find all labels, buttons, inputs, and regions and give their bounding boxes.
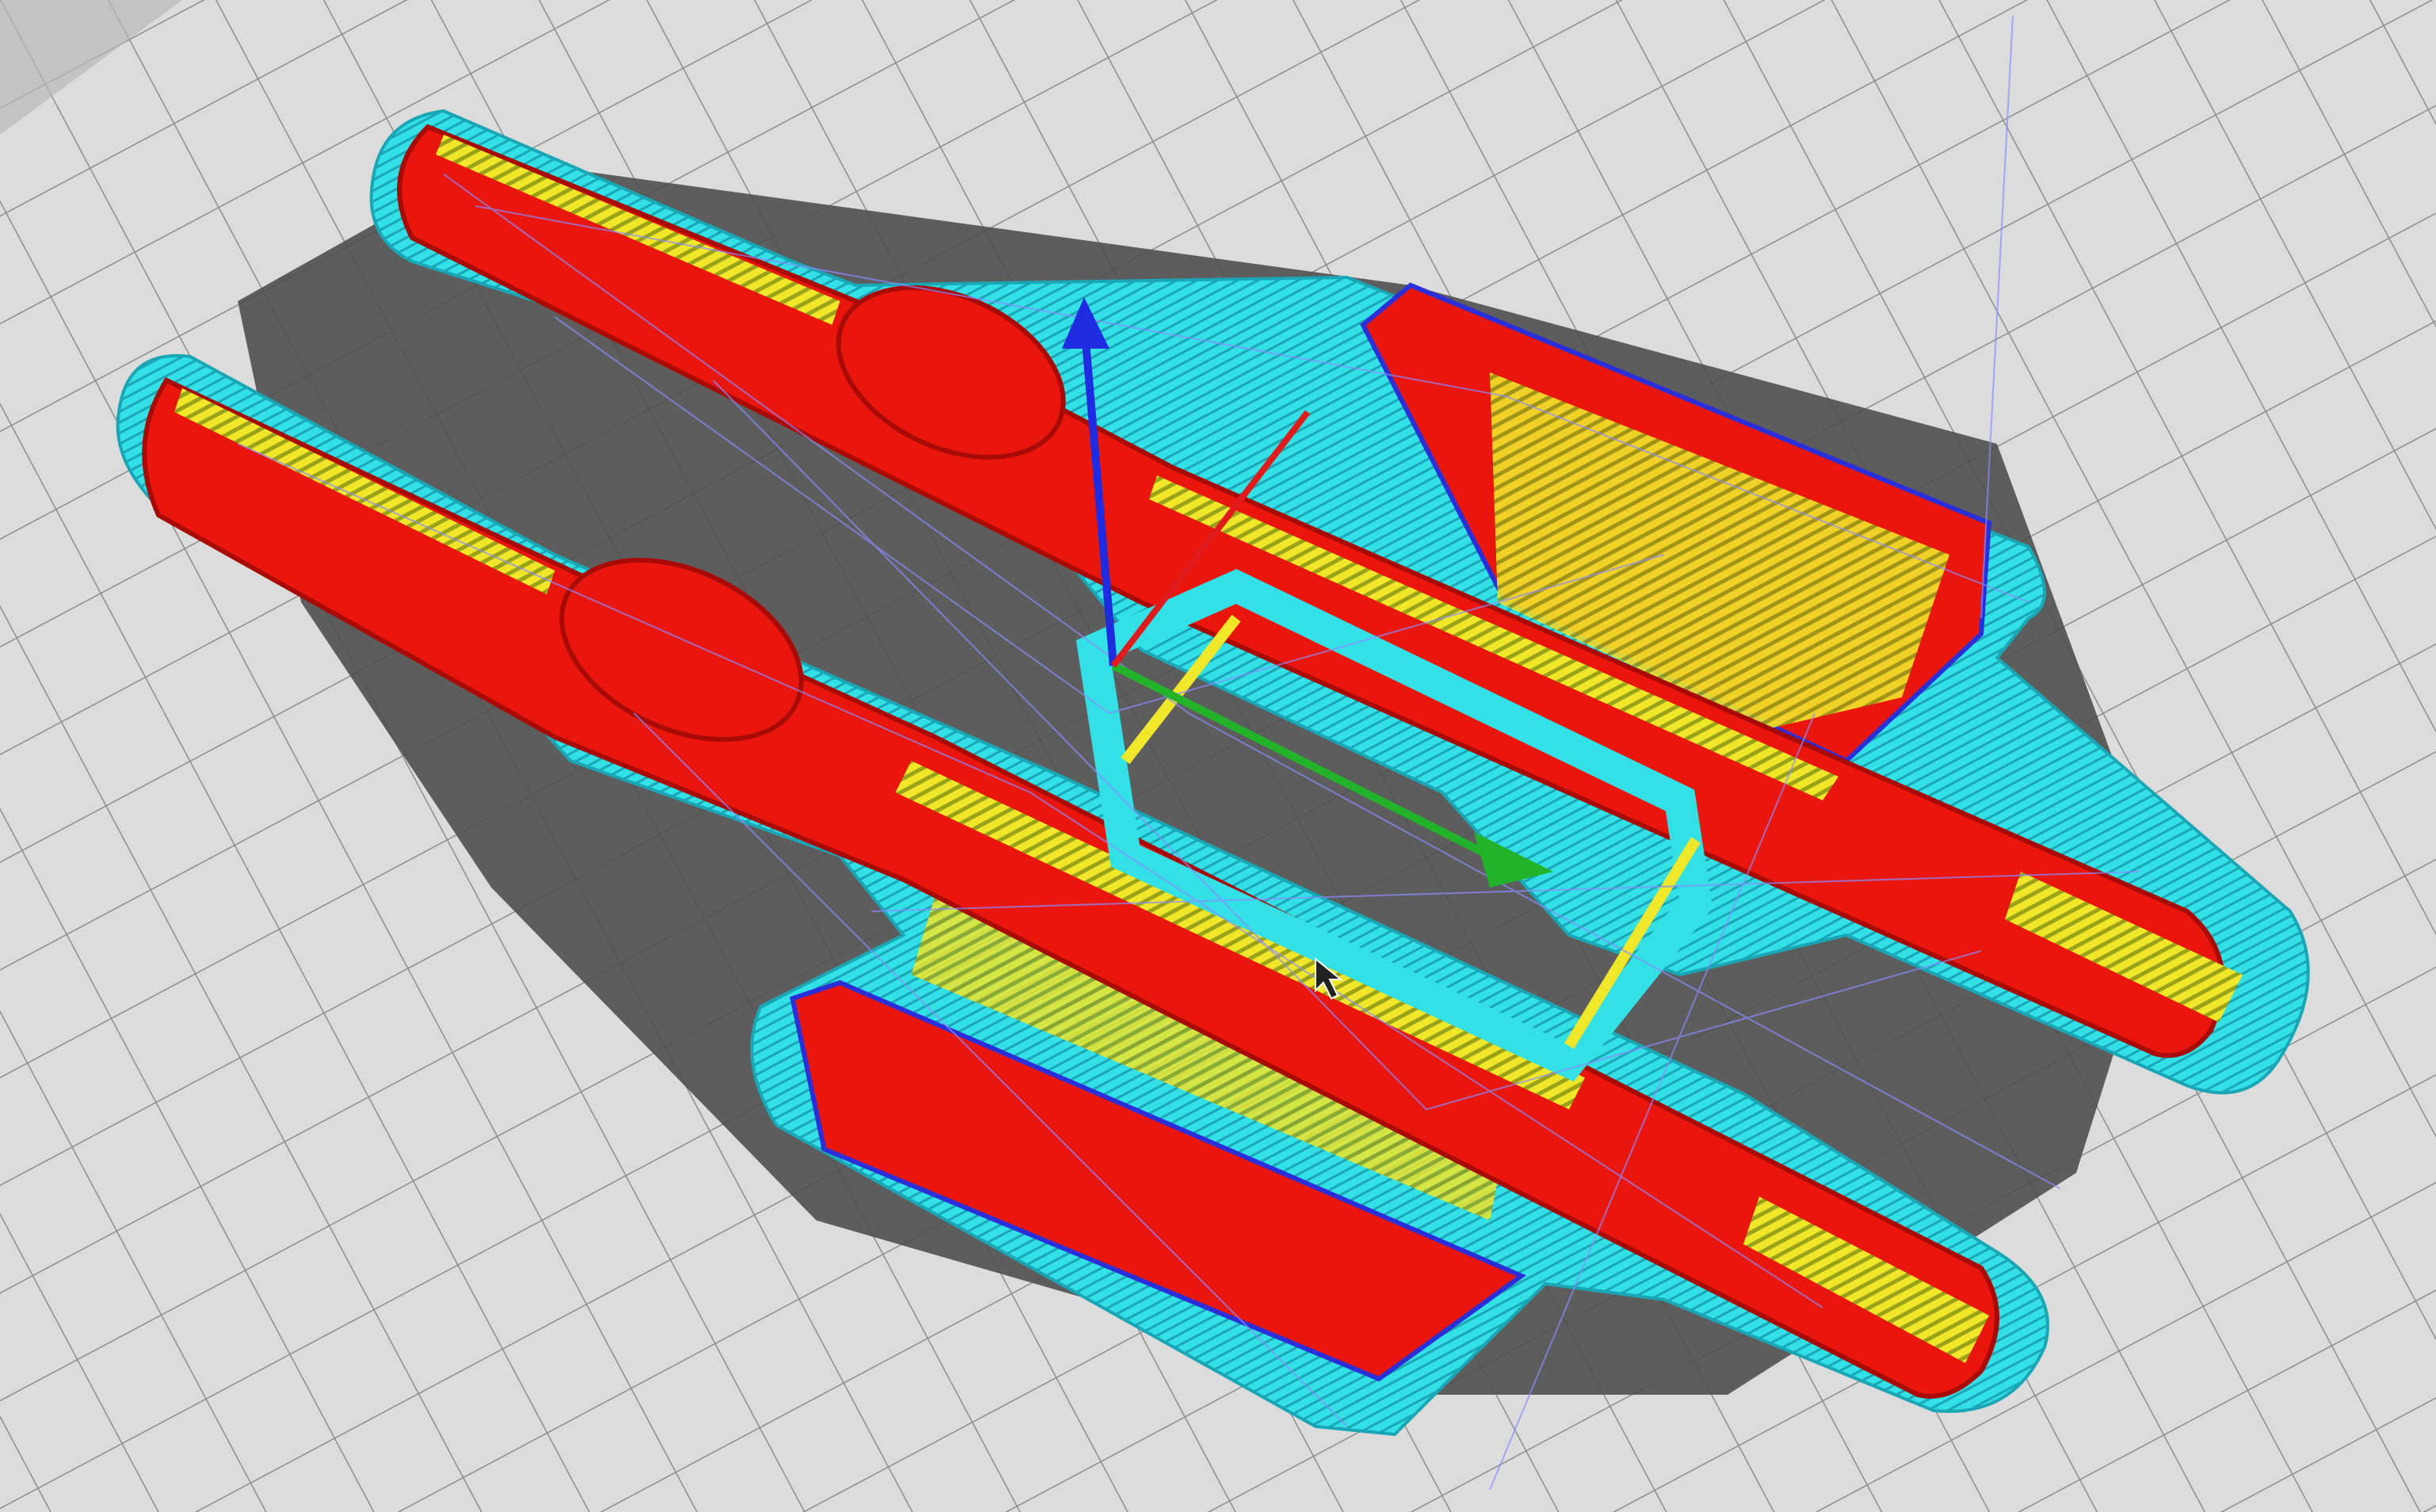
3d-print-preview-viewport[interactable] <box>0 0 2436 1512</box>
